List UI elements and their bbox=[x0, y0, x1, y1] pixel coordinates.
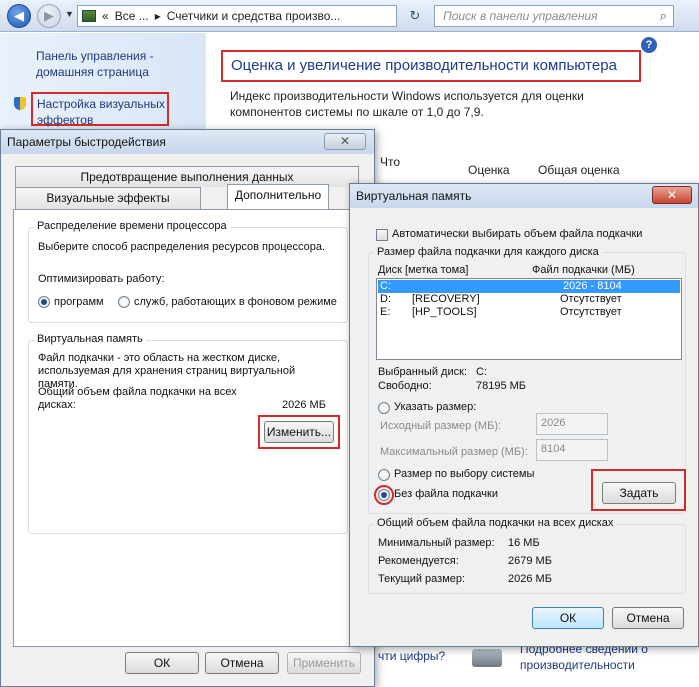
perf-title: Параметры быстродействия bbox=[7, 135, 166, 149]
radio-programs[interactable] bbox=[38, 296, 50, 308]
radio-no-paging-file-label[interactable]: Без файла подкачки bbox=[394, 488, 498, 500]
set-button[interactable]: Задать bbox=[602, 482, 676, 504]
address-bar[interactable]: « Все ... ▸ Счетчики и средства произво.… bbox=[77, 5, 397, 27]
page-title: Оценка и увеличение производительности к… bbox=[221, 50, 641, 82]
column-header-component: Что bbox=[380, 155, 401, 169]
close-icon[interactable]: ✕ bbox=[652, 186, 692, 204]
recommended-value: 2679 МБ bbox=[508, 555, 552, 567]
search-placeholder: Поиск в панели управления bbox=[443, 9, 598, 23]
recommended-label: Рекомендуется: bbox=[378, 555, 459, 567]
breadcrumb-2[interactable]: Счетчики и средства произво... bbox=[167, 9, 341, 23]
radio-no-paging-file[interactable] bbox=[378, 489, 390, 501]
column-header-rating: Оценка bbox=[468, 163, 510, 177]
drive-row[interactable]: D: [RECOVERY] Отсутствует bbox=[378, 293, 680, 306]
cpu-group-desc: Выберите способ распределения ресурсов п… bbox=[38, 241, 326, 253]
auto-manage-label[interactable]: Автоматически выбирать объем файла подка… bbox=[392, 228, 642, 240]
perf-cancel-button[interactable]: Отмена bbox=[205, 652, 279, 674]
vm-cancel-button[interactable]: Отмена bbox=[612, 607, 684, 629]
address-toolbar: ◀ ▶ ▼ « Все ... ▸ Счетчики и средства пр… bbox=[0, 0, 699, 32]
initial-size-label: Исходный размер (МБ): bbox=[380, 420, 502, 432]
radio-custom-size-label[interactable]: Указать размер: bbox=[394, 401, 476, 413]
vm-ok-button[interactable]: ОК bbox=[532, 607, 604, 629]
vm-titlebar: Виртуальная память bbox=[350, 184, 698, 208]
printer-icon bbox=[472, 649, 502, 667]
column-header-overall: Общая оценка bbox=[538, 163, 620, 177]
radio-system-managed[interactable] bbox=[378, 469, 390, 481]
vm-total-label: Общий объем файла подкачки на всех диска… bbox=[38, 386, 237, 411]
vm-group-label: Виртуальная память bbox=[34, 333, 146, 345]
auto-manage-checkbox[interactable] bbox=[376, 229, 388, 241]
radio-system-managed-label[interactable]: Размер по выбору системы bbox=[394, 468, 534, 480]
perf-apply-button[interactable]: Применить bbox=[287, 652, 361, 674]
selected-drive-value: C: bbox=[476, 366, 487, 378]
back-button[interactable]: ◀ bbox=[7, 4, 31, 28]
per-drive-label: Размер файла подкачки для каждого диска bbox=[374, 246, 602, 258]
min-size-value: 16 МБ bbox=[508, 537, 540, 549]
change-button[interactable]: Изменить... bbox=[264, 421, 334, 443]
list-header-drive: Диск [метка тома] bbox=[378, 264, 469, 276]
page-description: Индекс производительности Windows исполь… bbox=[230, 89, 584, 119]
control-panel-icon bbox=[82, 10, 96, 22]
selected-drive-label: Выбранный диск: bbox=[378, 366, 467, 378]
drive-pagefile-size: Отсутствует bbox=[560, 293, 622, 305]
visual-effects-link[interactable]: Настройка визуальных эффектов bbox=[31, 92, 169, 127]
drive-row[interactable]: E: [HP_TOOLS] Отсутствует bbox=[378, 306, 680, 319]
perf-ok-button[interactable]: ОК bbox=[125, 652, 199, 674]
initial-size-input[interactable]: 2026 bbox=[536, 413, 608, 435]
max-size-label: Максимальный размер (МБ): bbox=[380, 446, 528, 458]
drive-list[interactable]: C: 2026 - 8104 D: [RECOVERY] Отсутствует… bbox=[376, 278, 682, 360]
current-size-label: Текущий размер: bbox=[378, 573, 466, 585]
drive-label: [HP_TOOLS] bbox=[412, 306, 477, 318]
radio-programs-label[interactable]: программ bbox=[54, 296, 104, 308]
drive-letter: C: bbox=[380, 280, 391, 292]
breadcrumb-1[interactable]: Все ... bbox=[115, 9, 149, 23]
recent-pages-dropdown[interactable]: ▼ bbox=[65, 9, 74, 19]
totals-label: Общий объем файла подкачки на всех диска… bbox=[374, 517, 617, 529]
drive-letter: D: bbox=[380, 293, 391, 305]
free-space-value: 78195 МБ bbox=[476, 380, 527, 392]
what-numbers-mean-link[interactable]: чти цифры? bbox=[378, 649, 445, 663]
help-icon[interactable]: ? bbox=[641, 37, 657, 53]
perf-titlebar: Параметры быстродействия bbox=[1, 130, 374, 154]
drive-letter: E: bbox=[380, 306, 391, 318]
min-size-label: Минимальный размер: bbox=[378, 537, 495, 549]
vm-total-value: 2026 МБ bbox=[282, 399, 326, 411]
list-header-file: Файл подкачки (МБ) bbox=[532, 264, 635, 276]
breadcrumb-arrow-icon[interactable]: ▸ bbox=[155, 9, 161, 23]
performance-options-dialog: Параметры быстродействия ✕ Предотвращени… bbox=[0, 129, 375, 687]
virtual-memory-dialog: Виртуальная память ✕ Автоматически выбир… bbox=[349, 183, 699, 647]
drive-label: [RECOVERY] bbox=[412, 293, 480, 305]
radio-custom-size[interactable] bbox=[378, 402, 390, 414]
refresh-icon[interactable]: ↻ bbox=[404, 5, 426, 27]
radio-background-services[interactable] bbox=[118, 296, 130, 308]
optimize-label: Оптимизировать работу: bbox=[38, 273, 165, 285]
drive-pagefile-size: Отсутствует bbox=[560, 306, 622, 318]
close-icon[interactable]: ✕ bbox=[324, 133, 366, 150]
address-overflow[interactable]: « bbox=[102, 9, 109, 23]
drive-row[interactable]: C: 2026 - 8104 bbox=[378, 280, 680, 293]
free-space-label: Свободно: bbox=[378, 380, 432, 392]
control-panel-home-link[interactable]: Панель управления - домашняя страница bbox=[36, 48, 196, 80]
cpu-group-label: Распределение времени процессора bbox=[34, 220, 230, 232]
radio-background-services-label[interactable]: служб, работающих в фоновом режиме bbox=[134, 296, 337, 308]
current-size-value: 2026 МБ bbox=[508, 573, 552, 585]
search-icon[interactable]: ⌕ bbox=[660, 8, 667, 24]
forward-button[interactable]: ▶ bbox=[37, 4, 61, 28]
vm-title: Виртуальная память bbox=[356, 189, 472, 203]
tab-visual-effects[interactable]: Визуальные эффекты bbox=[15, 187, 201, 209]
max-size-input[interactable]: 8104 bbox=[536, 439, 608, 461]
advanced-tab-panel: Распределение времени процессора Выберит… bbox=[13, 209, 364, 647]
search-input[interactable]: Поиск в панели управления ⌕ bbox=[434, 5, 674, 27]
tab-advanced[interactable]: Дополнительно bbox=[227, 184, 329, 210]
uac-shield-icon bbox=[14, 97, 26, 110]
drive-pagefile-size: 2026 - 8104 bbox=[563, 280, 622, 292]
